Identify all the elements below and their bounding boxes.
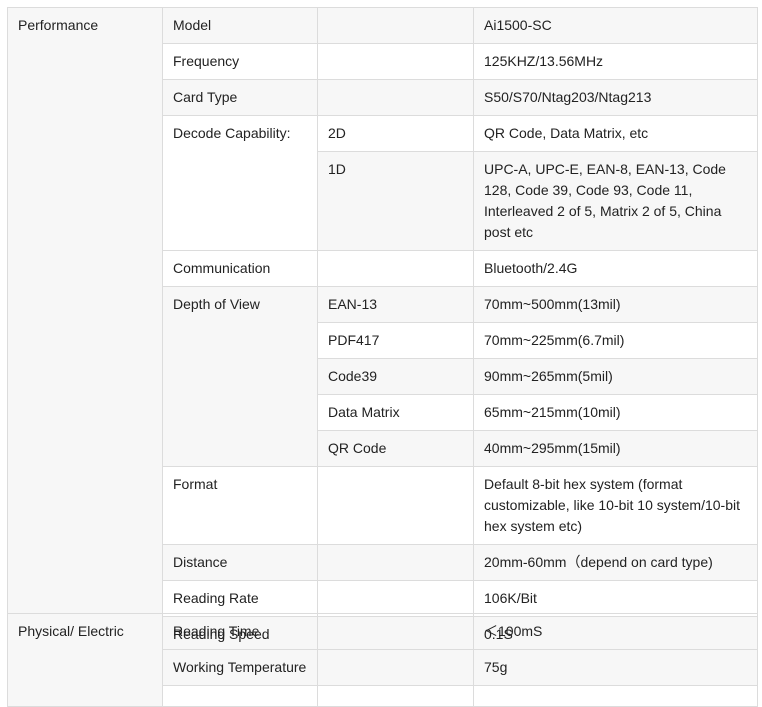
sub-cell-empty bbox=[317, 649, 474, 686]
row-value: 70mm~225mm(6.7mil) bbox=[473, 322, 758, 359]
table-row: Performance Model Ai1500-SC bbox=[7, 7, 758, 653]
row-label: Depth of View bbox=[162, 286, 318, 467]
row-value: UPC-A, UPC-E, EAN-8, EAN-13, Code 128, C… bbox=[473, 151, 758, 251]
row-label: Reading Rate bbox=[162, 580, 318, 617]
row-sublabel: Data Matrix bbox=[317, 394, 474, 431]
row-sublabel: QR Code bbox=[317, 430, 474, 467]
row-label: Model bbox=[162, 7, 318, 44]
sub-cell-empty bbox=[317, 580, 474, 617]
row-value: Default 8-bit hex system (format customi… bbox=[473, 466, 758, 545]
row-sublabel: 1D bbox=[317, 151, 474, 251]
row-value: Bluetooth/2.4G bbox=[473, 250, 758, 287]
row-sublabel: EAN-13 bbox=[317, 286, 474, 323]
row-value: 40mm~295mm(15mil) bbox=[473, 430, 758, 467]
row-label: Format bbox=[162, 466, 318, 545]
row-label: Decode Capability: bbox=[162, 115, 318, 251]
row-value: 20mm-60mm（depend on card type) bbox=[473, 544, 758, 581]
sub-cell-empty bbox=[317, 613, 474, 650]
row-label-empty bbox=[162, 685, 318, 707]
spec-table-physical: Physical/ Electric Reading Time ＜100mS W… bbox=[7, 613, 758, 707]
row-value: Ai1500-SC bbox=[473, 7, 758, 44]
row-label: Distance bbox=[162, 544, 318, 581]
sub-cell-empty bbox=[317, 79, 474, 116]
row-value: S50/S70/Ntag203/Ntag213 bbox=[473, 79, 758, 116]
row-value: 106K/Bit bbox=[473, 580, 758, 617]
sub-cell-empty bbox=[317, 466, 474, 545]
row-sublabel: Code39 bbox=[317, 358, 474, 395]
row-label: Working Temperature bbox=[162, 649, 318, 686]
row-label: Reading Time bbox=[162, 613, 318, 650]
sub-cell-empty bbox=[317, 685, 474, 707]
row-sublabel: 2D bbox=[317, 115, 474, 152]
sub-cell-empty bbox=[317, 250, 474, 287]
row-value: 125KHZ/13.56MHz bbox=[473, 43, 758, 80]
row-label: Communication bbox=[162, 250, 318, 287]
row-value: 65mm~215mm(10mil) bbox=[473, 394, 758, 431]
row-value: 70mm~500mm(13mil) bbox=[473, 286, 758, 323]
group-physical: Physical/ Electric bbox=[7, 613, 163, 707]
sub-cell-empty bbox=[317, 544, 474, 581]
row-value: 90mm~265mm(5mil) bbox=[473, 358, 758, 395]
row-value-empty bbox=[473, 685, 758, 707]
sub-cell-empty bbox=[317, 7, 474, 44]
row-value: QR Code, Data Matrix, etc bbox=[473, 115, 758, 152]
row-sublabel: PDF417 bbox=[317, 322, 474, 359]
row-label: Card Type bbox=[162, 79, 318, 116]
row-value: ＜100mS bbox=[473, 613, 758, 650]
sub-cell-empty bbox=[317, 43, 474, 80]
group-performance: Performance bbox=[7, 7, 163, 653]
table-row: Physical/ Electric Reading Time ＜100mS bbox=[7, 613, 758, 707]
spec-table: Performance Model Ai1500-SC Frequency 12… bbox=[7, 7, 758, 653]
row-value: 75g bbox=[473, 649, 758, 686]
row-label: Frequency bbox=[162, 43, 318, 80]
